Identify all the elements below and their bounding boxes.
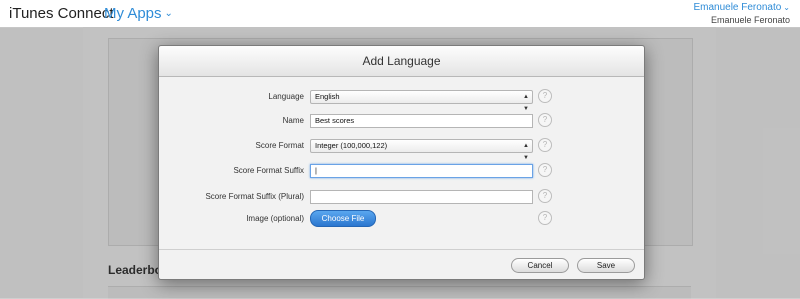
score-format-label: Score Format xyxy=(255,141,304,150)
suffix-plural-row: Score Format Suffix (Plural) ? xyxy=(159,189,644,207)
score-format-value: Integer (100,000,122) xyxy=(315,141,388,150)
top-bar: iTunes Connect My Apps ⌄ Emanuele Feronat… xyxy=(0,0,800,28)
help-icon[interactable]: ? xyxy=(538,113,552,127)
user-name[interactable]: Emanuele Feronato ⌄ xyxy=(693,2,790,14)
user-menu[interactable]: Emanuele Feronato ⌄ Emanuele Feronato xyxy=(693,2,790,26)
save-button[interactable]: Save xyxy=(577,258,635,273)
image-row: Image (optional) Choose File ? xyxy=(159,210,644,228)
help-icon[interactable]: ? xyxy=(538,89,552,103)
help-icon[interactable]: ? xyxy=(538,189,552,203)
select-arrow-icon: ▲ ▼ xyxy=(523,143,529,161)
name-value: Best scores xyxy=(315,116,355,125)
my-apps-label: My Apps xyxy=(104,5,162,22)
name-input[interactable]: Best scores xyxy=(310,114,533,128)
name-row: Name Best scores ? xyxy=(159,113,644,131)
dialog-title: Add Language xyxy=(159,46,644,77)
name-label: Name xyxy=(282,116,304,125)
cancel-button[interactable]: Cancel xyxy=(511,258,569,273)
chevron-down-icon: ⌄ xyxy=(783,3,790,12)
image-label: Image (optional) xyxy=(246,214,304,223)
language-row: Language English ▲ ▼ ? xyxy=(159,89,644,112)
language-label: Language xyxy=(268,92,304,101)
help-icon[interactable]: ? xyxy=(538,211,552,225)
language-select[interactable]: English ▲ ▼ xyxy=(310,90,533,112)
score-format-select[interactable]: Integer (100,000,122) ▲ ▼ xyxy=(310,139,533,161)
user-subtitle: Emanuele Feronato xyxy=(710,15,790,25)
my-apps-menu[interactable]: My Apps ⌄ xyxy=(104,5,173,22)
chevron-down-icon: ⌄ xyxy=(164,8,173,19)
choose-file-button[interactable]: Choose File xyxy=(310,210,376,227)
score-format-suffix-plural-input[interactable] xyxy=(310,190,533,204)
brand[interactable]: iTunes Connect xyxy=(9,5,114,22)
suffix-row: Score Format Suffix | ? xyxy=(159,163,644,181)
help-icon[interactable]: ? xyxy=(538,163,552,177)
score-format-row: Score Format Integer (100,000,122) ▲ ▼ ? xyxy=(159,138,644,161)
add-language-dialog: Add Language Language English ▲ ▼ ? Name … xyxy=(158,45,645,280)
score-format-suffix-label: Score Format Suffix xyxy=(233,166,304,175)
select-arrow-icon: ▲ ▼ xyxy=(523,94,529,112)
user-name-label: Emanuele Feronato xyxy=(693,2,782,13)
brand-title: iTunes Connect xyxy=(9,5,114,22)
score-format-suffix-input[interactable]: | xyxy=(310,164,533,178)
language-value: English xyxy=(315,92,340,101)
help-icon[interactable]: ? xyxy=(538,138,552,152)
score-format-suffix-plural-label: Score Format Suffix (Plural) xyxy=(205,192,304,201)
dialog-footer: Cancel Save xyxy=(159,249,644,280)
